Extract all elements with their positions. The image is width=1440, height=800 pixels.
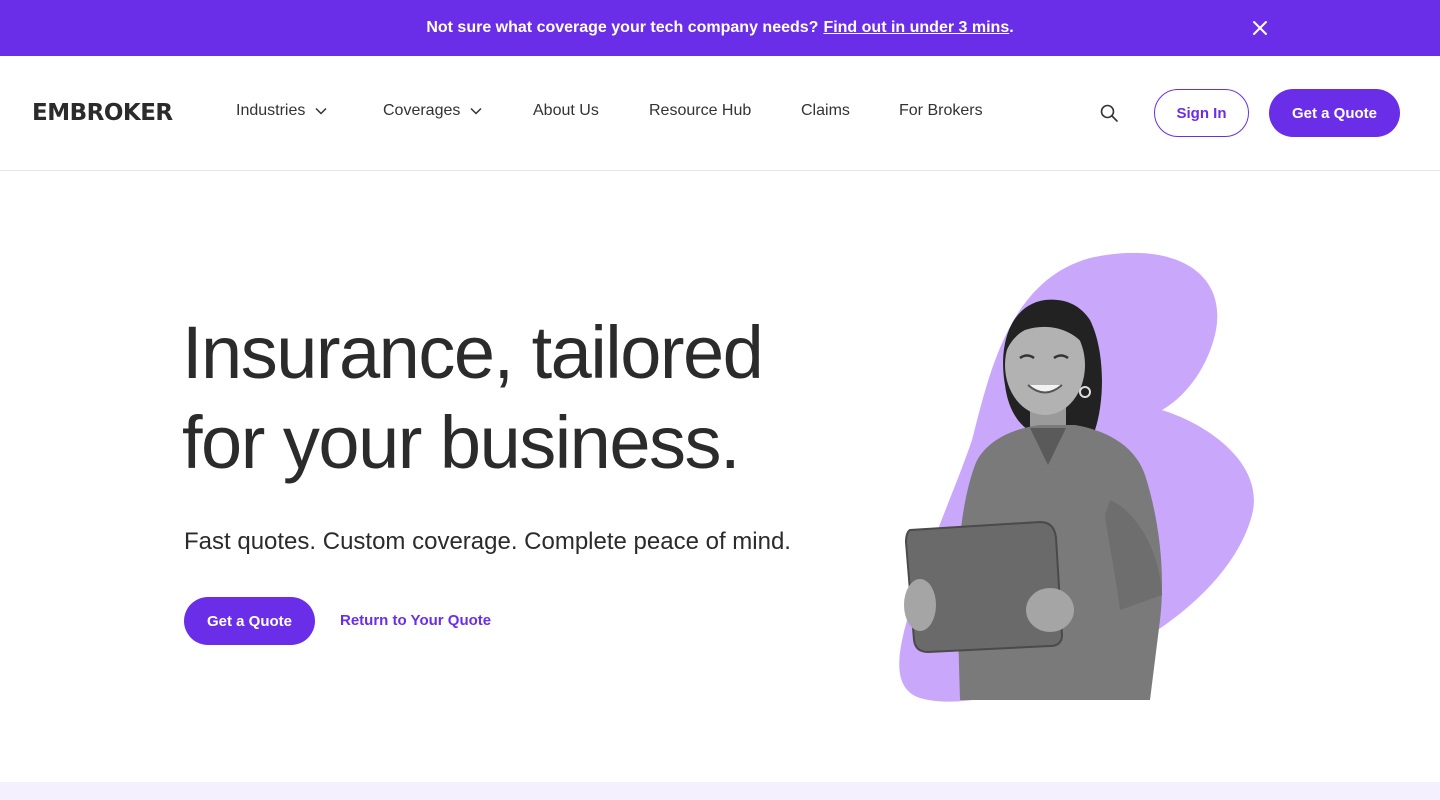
hero-title-line2: for your business. <box>182 401 741 484</box>
nav-label: For Brokers <box>899 102 983 119</box>
hero-title: Insurance, tailored for your business. <box>182 308 882 488</box>
banner-text: Not sure what coverage your tech company… <box>426 19 819 36</box>
nav-item-for-brokers[interactable]: For Brokers <box>899 102 983 120</box>
banner-suffix: . <box>1009 19 1014 36</box>
nav-label: About Us <box>533 102 599 119</box>
hero-get-a-quote-button[interactable]: Get a Quote <box>184 597 315 645</box>
announcement-banner: Not sure what coverage your tech company… <box>0 0 1440 56</box>
hero-illustration <box>880 250 1280 710</box>
search-icon[interactable] <box>1099 103 1119 123</box>
chevron-down-icon <box>315 107 327 115</box>
section-divider-band <box>0 782 1440 800</box>
nav-item-claims[interactable]: Claims <box>801 102 850 120</box>
nav-item-about-us[interactable]: About Us <box>533 102 599 120</box>
close-icon[interactable] <box>1250 18 1270 38</box>
nav-item-coverages[interactable]: Coverages <box>383 102 482 120</box>
banner-link[interactable]: Find out in under 3 mins <box>823 19 1009 37</box>
nav-label: Claims <box>801 102 850 119</box>
sign-in-button[interactable]: Sign In <box>1154 89 1249 137</box>
chevron-down-icon <box>470 107 482 115</box>
hero-subtitle: Fast quotes. Custom coverage. Complete p… <box>184 528 791 555</box>
nav-item-resource-hub[interactable]: Resource Hub <box>649 102 751 120</box>
nav-label: Resource Hub <box>649 102 752 119</box>
nav-label: Industries <box>236 102 306 119</box>
logo[interactable]: EMBROKER <box>32 100 173 126</box>
nav-label: Coverages <box>383 102 461 119</box>
site-header: EMBROKER Industries Coverages About Us R… <box>0 56 1440 171</box>
nav-item-industries[interactable]: Industries <box>236 102 327 120</box>
get-a-quote-button[interactable]: Get a Quote <box>1269 89 1400 137</box>
hero-title-line1: Insurance, tailored <box>182 311 764 394</box>
return-to-quote-link[interactable]: Return to Your Quote <box>340 612 491 629</box>
